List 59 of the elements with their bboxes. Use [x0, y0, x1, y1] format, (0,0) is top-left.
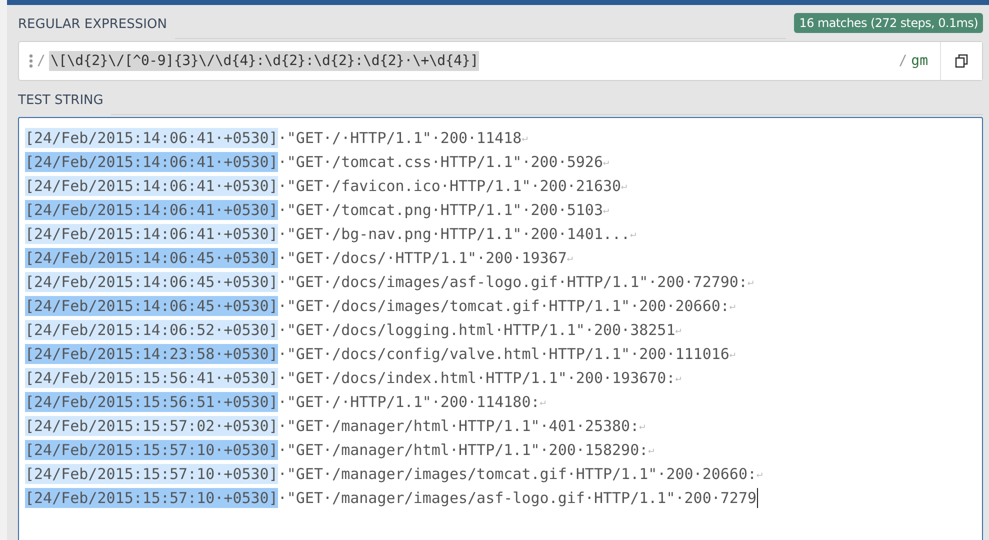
match-highlight: [24/Feb/2015:14:06:52·+0530] [25, 320, 278, 340]
line-break-mark: ↵ [747, 276, 754, 288]
log-text: ·"GET·/docs/logging.html·HTTP/1.1"·200·38251 [278, 321, 676, 339]
log-text: ·"GET·/bg-nav.png·HTTP/1.1"·200·1401... [278, 225, 630, 243]
match-highlight: [24/Feb/2015:14:06:41·+0530] [25, 128, 278, 148]
match-highlight: [24/Feb/2015:14:06:45·+0530] [25, 248, 278, 268]
line-break-mark: ↵ [648, 444, 654, 456]
line-break-mark: ↵ [522, 132, 528, 144]
section-heading: TEST STRING [18, 92, 104, 108]
match-highlight: [24/Feb/2015:14:06:41·+0530] [25, 152, 278, 172]
match-highlight: [24/Feb/2015:15:56:51·+0530] [25, 392, 278, 412]
regex-pattern: \[\d{2}\/[^0-9]{3}\/\d{4}:\d{2}:\d{2}:\d{2}·\+\d{4}] [49, 51, 480, 71]
log-text: ·"GET·/·HTTP/1.1"·200·114180: [278, 393, 540, 411]
match-highlight: [24/Feb/2015:14:06:45·+0530] [25, 296, 278, 316]
log-text: ·"GET·/tomcat.css·HTTP/1.1"·200·5926 [278, 153, 603, 171]
match-highlight: [24/Feb/2015:14:23:58·+0530] [25, 344, 278, 364]
match-highlight: [24/Feb/2015:15:57:10·+0530] [25, 440, 278, 460]
line-break-mark: ↵ [540, 396, 546, 408]
drag-handle-icon[interactable] [29, 54, 33, 68]
copy-icon [955, 54, 968, 68]
match-highlight: [24/Feb/2015:15:57:10·+0530] [25, 464, 278, 484]
regex-field[interactable]: / \[\d{2}\/[^0-9]{3}\/\d{4}:\d{2}:\d{2}:\d{2}·\+\d{4}] / gm [18, 41, 983, 81]
log-text: ·"GET·/docs/·HTTP/1.1"·200·19367 [278, 249, 567, 267]
log-text: ·"GET·/manager/html·HTTP/1.1"·200·158290: [278, 441, 648, 459]
log-text: ·"GET·/manager/images/tomcat.gif·HTTP/1.1"·200·20660: [278, 465, 757, 483]
line-break-mark: ↵ [602, 156, 610, 168]
log-text: ·"GET·/·HTTP/1.1"·200·11418 [278, 129, 522, 147]
line-break-mark: ↵ [756, 468, 763, 480]
log-text: ·"GET·/favicon.ico·HTTP/1.1"·200·21630 [278, 177, 622, 195]
match-highlight: [24/Feb/2015:14:06:41·+0530] [25, 200, 278, 220]
line-break-mark: ↵ [621, 180, 628, 192]
log-text: ·"GET·/manager/html·HTTP/1.1"·401·25380: [278, 417, 640, 435]
line-break-mark: ↵ [729, 348, 736, 360]
copy-button[interactable] [940, 42, 982, 80]
line-break-mark: ↵ [639, 420, 646, 432]
log-text: ·"GET·/docs/index.html·HTTP/1.1"·200·193670: [278, 369, 676, 387]
match-info-badge: 16 matches (272 steps, 0.1ms) [794, 13, 983, 33]
match-highlight: [24/Feb/2015:14:06:41·+0530] [25, 224, 278, 244]
line-break-mark: ↵ [630, 228, 636, 240]
log-text: ·"GET·/docs/config/valve.html·HTTP/1.1"·200·111016 [278, 345, 730, 363]
regex-flags[interactable]: gm [911, 53, 928, 69]
line-break-mark: ↵ [566, 252, 573, 264]
test-string-field[interactable] [18, 117, 983, 540]
log-text: ·"GET·/docs/images/tomcat.gif·HTTP/1.1"·200·20660: [278, 297, 730, 315]
line-break-mark: ↵ [675, 372, 682, 384]
match-highlight: [24/Feb/2015:15:56:41·+0530] [25, 368, 278, 388]
match-highlight: [24/Feb/2015:15:57:10·+0530] [25, 488, 278, 508]
match-highlight: [24/Feb/2015:14:06:45·+0530] [25, 272, 278, 292]
line-break-mark: ↵ [729, 300, 736, 312]
match-highlight: [24/Feb/2015:15:57:02·+0530] [25, 416, 278, 436]
log-text: ·"GET·/manager/images/asf-logo.gif·HTTP/1.1"·200·7279 [278, 489, 757, 507]
delimiter: / [37, 53, 46, 69]
line-break-mark: ↵ [675, 324, 682, 336]
section-heading: REGULAR EXPRESSION [18, 16, 167, 32]
delimiter: / [898, 53, 908, 69]
line-break-mark: ↵ [602, 204, 610, 216]
log-text: ·"GET·/docs/images/asf-logo.gif·HTTP/1.1"·200·72790: [278, 273, 748, 291]
log-text: ·"GET·/tomcat.png·HTTP/1.1"·200·5103 [278, 201, 603, 219]
match-highlight: [24/Feb/2015:14:06:41·+0530] [25, 176, 278, 196]
